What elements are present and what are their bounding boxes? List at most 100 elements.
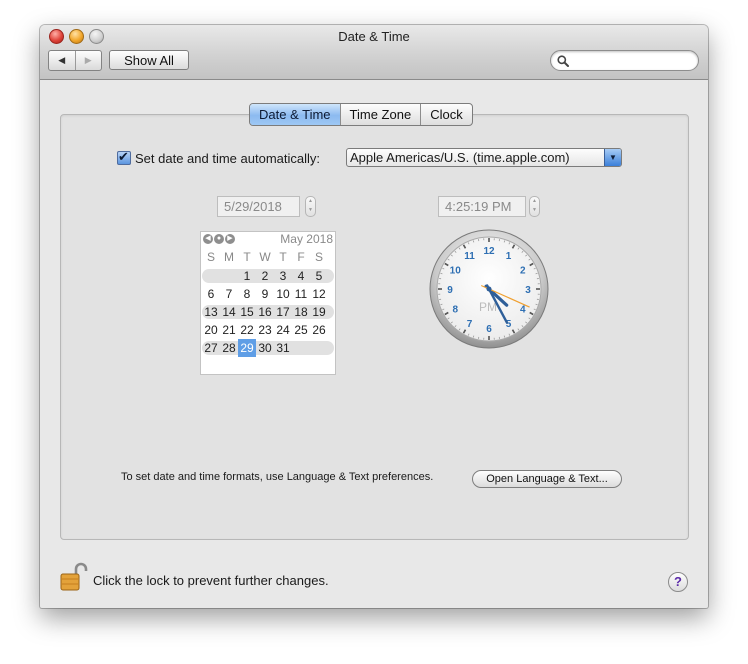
calendar-day[interactable]: 14 xyxy=(220,303,238,321)
auto-time-checkbox[interactable] xyxy=(117,149,131,165)
calendar-day[interactable]: 16 xyxy=(256,303,274,321)
time-field[interactable]: 4:25:19 PM xyxy=(438,196,526,217)
popup-arrow-icon: ▼ xyxy=(604,149,621,166)
clock-number: 2 xyxy=(520,266,526,277)
clock-number: 1 xyxy=(506,251,512,262)
calendar-day[interactable]: 8 xyxy=(238,285,256,303)
calendar-day[interactable]: 26 xyxy=(310,321,328,339)
stepper-down-icon: ▼ xyxy=(532,207,537,213)
calendar-day[interactable]: 13 xyxy=(202,303,220,321)
calendar-day[interactable]: 22 xyxy=(238,321,256,339)
calendar-day[interactable]: 15 xyxy=(238,303,256,321)
calendar-day[interactable]: 11 xyxy=(292,285,310,303)
analog-clock: 12 1 2 3 4 5 6 7 8 9 10 11 PM xyxy=(429,229,549,352)
prev-month-icon[interactable]: ◀ xyxy=(203,234,213,244)
calendar-week-row: 20 21 22 23 24 25 26 xyxy=(202,321,328,339)
calendar-day[interactable]: 12 xyxy=(310,285,328,303)
weekday-label: T xyxy=(243,250,251,264)
back-arrow-icon[interactable]: ◀ xyxy=(49,51,76,70)
time-server-value: Apple Americas/U.S. (time.apple.com) xyxy=(350,150,570,165)
calendar-day[interactable]: 23 xyxy=(256,321,274,339)
calendar-day[interactable]: 10 xyxy=(274,285,292,303)
clock-number: 11 xyxy=(464,251,475,262)
calendar-day xyxy=(202,267,220,285)
calendar-nav: ◀ ● ▶ xyxy=(203,234,235,244)
weekday-label: T xyxy=(279,250,287,264)
tab-bar: Date & Time Time Zone Clock xyxy=(249,103,473,126)
calendar-day xyxy=(292,339,310,357)
tab-clock[interactable]: Clock xyxy=(420,104,472,125)
clock-number: 8 xyxy=(452,305,458,316)
weekday-label: S xyxy=(314,250,323,264)
back-forward-control: ◀ ▶ xyxy=(48,50,102,71)
calendar-day[interactable]: 25 xyxy=(292,321,310,339)
calendar-day[interactable]: 17 xyxy=(274,303,292,321)
calendar-day[interactable]: 18 xyxy=(292,303,310,321)
clock-number: 12 xyxy=(483,246,495,257)
auto-time-row: Set date and time automatically: xyxy=(117,149,320,167)
calendar-day[interactable]: 20 xyxy=(202,321,220,339)
calendar-day[interactable]: 24 xyxy=(274,321,292,339)
time-server-popup[interactable]: Apple Americas/U.S. (time.apple.com) ▼ xyxy=(346,148,622,167)
calendar-day[interactable]: 29 xyxy=(238,339,256,357)
calendar-grid: 1 2 3 4 5 6 7 8 9 10 11 12 13 14 15 16 17 18 19 20 21 22 23 24 2… xyxy=(202,267,334,357)
calendar-month: May 2018 xyxy=(280,232,333,246)
calendar[interactable]: ◀ ● ▶ May 2018 SMTWTFS 1 2 3 4 5 6 7 8 9 10 11 12 13… xyxy=(200,231,336,375)
clock-number: 10 xyxy=(450,266,462,277)
weekday-label: S xyxy=(206,250,215,264)
search-field[interactable] xyxy=(550,50,699,71)
formats-hint: To set date and time formats, use Langua… xyxy=(121,471,434,483)
calendar-day xyxy=(310,339,328,357)
calendar-day[interactable]: 1 xyxy=(238,267,256,285)
calendar-day[interactable]: 5 xyxy=(310,267,328,285)
calendar-day xyxy=(220,267,238,285)
calendar-day[interactable]: 7 xyxy=(220,285,238,303)
date-time-window: Date & Time ◀ ▶ Show All Date & Time Tim… xyxy=(40,25,708,608)
auto-time-label: Set date and time automatically: xyxy=(135,150,320,166)
lock-label: Click the lock to prevent further change… xyxy=(93,573,329,588)
calendar-day[interactable]: 30 xyxy=(256,339,274,357)
clock-center-cap xyxy=(486,286,492,292)
calendar-day[interactable]: 3 xyxy=(274,267,292,285)
clock-number: 6 xyxy=(486,324,492,335)
date-stepper[interactable]: ▲ ▼ xyxy=(305,196,316,217)
calendar-day[interactable]: 2 xyxy=(256,267,274,285)
time-stepper[interactable]: ▲ ▼ xyxy=(529,196,540,217)
weekday-label: F xyxy=(297,250,305,264)
calendar-week-row: 27 28 29 30 31 xyxy=(202,339,334,357)
calendar-week-row: 12345 xyxy=(202,267,334,285)
window-title: Date & Time xyxy=(338,29,410,44)
clock-number: 7 xyxy=(467,319,473,330)
stepper-up-icon: ▲ xyxy=(532,198,537,204)
clock-face: 12 1234567891011 PM xyxy=(429,229,549,349)
calendar-day[interactable]: 6 xyxy=(202,285,220,303)
weekday-header: SMTWTFS xyxy=(202,250,328,264)
calendar-week-row: 6 7 8 9 10 11 12 xyxy=(202,285,328,303)
show-all-button[interactable]: Show All xyxy=(109,50,189,70)
stepper-up-icon: ▲ xyxy=(308,198,313,204)
help-button[interactable]: ? xyxy=(668,572,688,592)
magnifying-glass-icon xyxy=(557,55,569,67)
tab-time-zone[interactable]: Time Zone xyxy=(339,104,421,125)
clock-number: 4 xyxy=(520,305,526,316)
calendar-day[interactable]: 9 xyxy=(256,285,274,303)
weekday-label: M xyxy=(224,250,234,264)
next-month-icon[interactable]: ▶ xyxy=(225,234,235,244)
tab-date-time[interactable]: Date & Time xyxy=(250,104,340,125)
calendar-day[interactable]: 19 xyxy=(310,303,328,321)
calendar-day[interactable]: 4 xyxy=(292,267,310,285)
open-language-text-button[interactable]: Open Language & Text... xyxy=(472,470,622,488)
date-field[interactable]: 5/29/2018 xyxy=(217,196,300,217)
clock-number: 9 xyxy=(447,285,453,296)
calendar-day[interactable]: 21 xyxy=(220,321,238,339)
calendar-day[interactable]: 31 xyxy=(274,339,292,357)
calendar-day[interactable]: 28 xyxy=(220,339,238,357)
weekday-label: W xyxy=(259,250,271,264)
forward-arrow-icon[interactable]: ▶ xyxy=(76,51,102,70)
calendar-week-row: 13 14 15 16 17 18 19 xyxy=(202,303,334,321)
calendar-day[interactable]: 27 xyxy=(202,339,220,357)
clock-number: 3 xyxy=(525,285,531,296)
today-icon[interactable]: ● xyxy=(214,234,224,244)
lock-icon[interactable] xyxy=(60,562,88,592)
am-pm-label: PM xyxy=(479,300,497,314)
